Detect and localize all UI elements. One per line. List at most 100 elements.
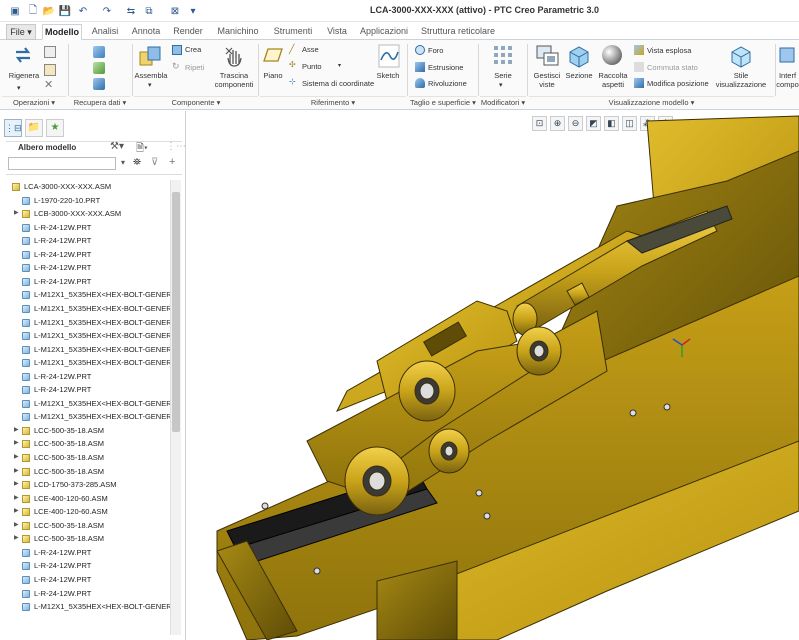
tab-render[interactable]: Render [168, 24, 208, 40]
search-dropdown-icon[interactable]: ▾ [121, 158, 125, 167]
tree-row[interactable]: L-M12X1_5X35HEX<HEX-BOLT-GENERIC [4, 302, 172, 315]
tree-row[interactable]: ▶ LCE-400-120-60.ASM [4, 492, 172, 505]
serie-dropdown-icon[interactable]: ▾ [499, 81, 503, 89]
tree-row[interactable]: ▶ LCD-1750-373-285.ASM [4, 478, 172, 491]
show-icon[interactable]: 🗎▾ [136, 141, 148, 158]
tree-row[interactable]: L-R-24-12W.PRT [4, 261, 172, 274]
group-riferimento[interactable]: Riferimento ▾ [260, 96, 406, 108]
expand-arrow-icon[interactable]: ▶ [14, 492, 20, 505]
punto-dropdown-icon[interactable]: ▾ [338, 62, 341, 69]
group-taglio-superficie[interactable]: Taglio e superficie ▾ [409, 96, 477, 108]
delete-icon[interactable]: ✕ [44, 78, 53, 91]
assemble-icon[interactable] [138, 44, 164, 68]
vista-esplosa-button[interactable]: Vista esplosa [647, 46, 691, 55]
tree-row[interactable]: ▶ LCB-3000-XXX-XXX.ASM [4, 207, 172, 220]
tree-scrollbar-thumb[interactable] [172, 192, 180, 432]
tree-row[interactable]: ▶ LCC-500-35-18.ASM [4, 437, 172, 450]
assembla-dropdown-icon[interactable]: ▾ [148, 81, 152, 89]
tree-row[interactable]: L-M12X1_5X35HEX<HEX-BOLT-GENERIC [4, 316, 172, 329]
sketch-button[interactable]: Sketch [372, 71, 404, 80]
tab-modello[interactable]: Modello [42, 24, 82, 40]
tree-row[interactable]: ▶ LCC-500-35-18.ASM [4, 519, 172, 532]
group-visualizzazione-modello[interactable]: Visualizzazione modello ▾ [529, 96, 774, 108]
foro-button[interactable]: Foro [428, 46, 443, 55]
expand-arrow-icon[interactable]: ▶ [14, 519, 20, 532]
plane-icon[interactable] [263, 46, 283, 64]
appearance-gallery-icon[interactable] [602, 45, 622, 65]
group-componente[interactable]: Componente ▾ [134, 96, 258, 108]
tree-row[interactable]: L-R-24-12W.PRT [4, 248, 172, 261]
commuta-stato-button[interactable]: Commuta stato [647, 63, 698, 72]
tab-vista[interactable]: Vista [322, 24, 352, 40]
tree-row[interactable]: L-R-24-12W.PRT [4, 383, 172, 396]
rigenera-dropdown-icon[interactable]: ▾ [17, 84, 21, 92]
expand-arrow-icon[interactable]: ▶ [14, 478, 20, 491]
interf-button[interactable]: Interf compo [776, 71, 799, 89]
tree-row[interactable]: L-R-24-12W.PRT [4, 573, 172, 586]
group-recupera-dati[interactable]: Recupera dati ▾ [70, 96, 130, 108]
favorites-tab-icon[interactable]: ★ [46, 119, 64, 137]
folder-browser-tab-icon[interactable]: 📁 [25, 119, 43, 137]
stile-visualizzazione-button[interactable]: Stile visualizzazione [711, 71, 771, 89]
tree-row[interactable]: L-R-24-12W.PRT [4, 370, 172, 383]
tree-search-input[interactable] [8, 157, 116, 170]
tree-row[interactable]: ▶ LCE-400-120-60.ASM [4, 505, 172, 518]
piano-button[interactable]: Piano [258, 71, 288, 80]
raccolta-aspetti-button[interactable]: Raccolta aspetti [595, 71, 631, 89]
punto-button[interactable]: Punto [302, 62, 322, 71]
tree-row[interactable]: L-R-24-12W.PRT [4, 587, 172, 600]
tree-row[interactable]: L-M12X1_5X35HEX<HEX-BOLT-GENERIC [4, 356, 172, 369]
copy-geometry-icon[interactable] [93, 46, 105, 58]
expand-arrow-icon[interactable]: ▶ [14, 465, 20, 478]
rigenera-button[interactable]: Rigenera [4, 71, 44, 80]
tree-row[interactable]: L-R-24-12W.PRT [4, 559, 172, 572]
group-modificatori[interactable]: Modificatori ▾ [480, 96, 526, 108]
filter-funnel-icon[interactable]: ⊽ [151, 157, 158, 168]
estrusione-button[interactable]: Estrusione [428, 63, 463, 72]
add-column-icon[interactable]: + [169, 156, 175, 168]
tree-row[interactable]: L-R-24-12W.PRT [4, 275, 172, 288]
paste-icon[interactable] [44, 64, 56, 76]
crea-button[interactable]: Crea [185, 45, 201, 54]
asse-button[interactable]: Asse [302, 45, 319, 54]
tree-row[interactable]: L-M12X1_5X35HEX<HEX-BOLT-GENERIC [4, 329, 172, 342]
tab-applicazioni[interactable]: Applicazioni [356, 24, 412, 40]
expand-arrow-icon[interactable]: ▶ [14, 451, 20, 464]
expand-arrow-icon[interactable]: ▶ [14, 532, 20, 545]
manage-views-icon[interactable] [536, 44, 560, 68]
tab-strumenti[interactable]: Strumenti [268, 24, 318, 40]
tab-manichino[interactable]: Manichino [212, 24, 264, 40]
model-tree-tab-icon[interactable]: ⋮⊟ [4, 119, 22, 137]
tab-annota[interactable]: Annota [128, 24, 164, 40]
expand-arrow-icon[interactable]: ▶ [14, 207, 20, 220]
sezione-button[interactable]: Sezione [563, 71, 595, 80]
tab-file[interactable]: File ▾ [6, 24, 36, 40]
tree-filter-icon[interactable]: ⋮⋯ [166, 141, 186, 152]
expand-arrow-icon[interactable]: ▶ [14, 505, 20, 518]
tree-row[interactable]: L-R-24-12W.PRT [4, 234, 172, 247]
drag-hand-icon[interactable] [223, 44, 245, 68]
graphics-viewport[interactable]: ⊡ ⊕ ⊖ ◩ ◧ ◫ ⁂ ✥ [187, 111, 799, 640]
tree-row[interactable]: L-M12X1_5X35HEX<HEX-BOLT-GENERIC [4, 410, 172, 423]
ripeti-button[interactable]: Ripeti [185, 63, 204, 72]
sistema-coordinate-button[interactable]: Sistema di coordinate [302, 79, 374, 88]
tree-row[interactable]: ▶ LCC-500-35-18.ASM [4, 424, 172, 437]
rivoluzione-button[interactable]: Rivoluzione [428, 79, 467, 88]
tab-analisi[interactable]: Analisi [86, 24, 124, 40]
tree-row[interactable]: ▶ LCC-500-35-18.ASM [4, 451, 172, 464]
tree-row[interactable]: L-M12X1_5X35HEX<HEX-BOLT-GENERIC [4, 288, 172, 301]
section-icon[interactable] [567, 44, 591, 68]
tree-settings-icon[interactable]: ⚒▾ [110, 141, 124, 152]
tab-struttura-reticolare[interactable]: Struttura reticolare [416, 24, 500, 40]
gestisci-viste-button[interactable]: Gestisci viste [530, 71, 564, 89]
regenerate-icon[interactable] [12, 44, 34, 66]
tree-row[interactable]: L-R-24-12W.PRT [4, 546, 172, 559]
tree-row[interactable]: ▶ LCC-500-35-18.ASM [4, 465, 172, 478]
tree-row[interactable]: L-M12X1_5X35HEX<HEX-BOLT-GENERIC [4, 343, 172, 356]
interference-icon[interactable] [779, 44, 797, 68]
find-binoculars-icon[interactable]: ⛯ [133, 157, 141, 168]
pattern-icon[interactable] [493, 45, 515, 67]
trascina-componenti-button[interactable]: Trascina componenti [212, 71, 256, 89]
tree-row[interactable]: L-M12X1_5X35HEX<HEX-BOLT-GENERIC [4, 397, 172, 410]
tree-row[interactable]: L-R-24-12W.PRT [4, 221, 172, 234]
